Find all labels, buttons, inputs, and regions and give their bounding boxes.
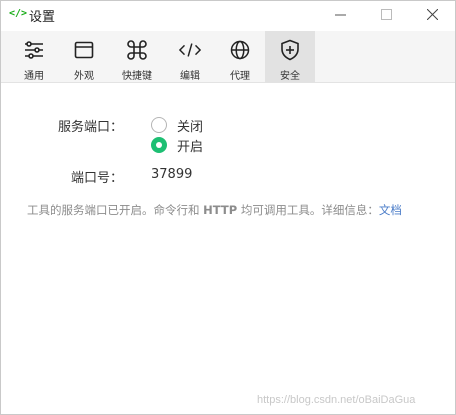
port-number-value: 37899	[151, 167, 193, 182]
tab-editor[interactable]: 编辑	[165, 31, 215, 83]
tab-appearance[interactable]: 外观	[59, 31, 109, 83]
settings-tabs: 通用 外观 快捷键 编辑 代理 安全	[1, 31, 455, 83]
info-text-prefix: 工具的服务端口已开启。命令行和	[27, 203, 204, 217]
tab-shortcuts[interactable]: 快捷键	[112, 31, 162, 83]
radio-off-label[interactable]: 关闭	[177, 116, 203, 135]
info-text-http: HTTP	[203, 203, 238, 217]
minimize-icon	[334, 14, 346, 16]
tab-proxy[interactable]: 代理	[215, 31, 265, 83]
port-number-label: 端口号：	[70, 171, 123, 186]
globe-icon	[229, 39, 251, 61]
sliders-icon	[23, 39, 45, 61]
app-logo-icon: </>	[9, 8, 28, 19]
tab-label: 代理	[230, 71, 250, 82]
status-info-text: 工具的服务端口已开启。命令行和 HTTP 均可调用工具。详细信息：文档	[27, 201, 407, 219]
command-icon	[126, 39, 148, 61]
close-button[interactable]	[409, 1, 455, 28]
radio-on[interactable]	[151, 137, 167, 153]
minimize-button[interactable]	[317, 1, 363, 28]
service-port-label: 服务端口：	[57, 120, 123, 135]
window-title: 设置	[29, 10, 56, 25]
radio-off[interactable]	[151, 117, 167, 133]
radio-on-label[interactable]: 开启	[177, 136, 203, 155]
shield-plus-icon	[279, 39, 301, 61]
maximize-button[interactable]	[363, 1, 409, 28]
tab-label: 快捷键	[122, 71, 152, 82]
code-icon	[179, 39, 201, 61]
tab-label: 通用	[24, 71, 44, 82]
maximize-icon	[380, 9, 392, 20]
title-bar: </> 设置	[1, 1, 455, 28]
tab-general[interactable]: 通用	[9, 31, 59, 83]
tab-label: 编辑	[180, 71, 200, 82]
close-icon	[426, 9, 438, 20]
tab-label: 外观	[74, 71, 94, 82]
settings-window: </> 设置 通用 外观 快捷键 编辑 代理 安全 服务端口： 关闭 开启 端口…	[0, 0, 456, 415]
tab-security[interactable]: 安全	[265, 31, 315, 83]
window-icon	[73, 39, 95, 61]
info-text-middle: 均可调用工具。详细信息：	[237, 203, 379, 217]
watermark: https://blog.csdn.net/oBaiDaGua	[257, 394, 416, 406]
docs-link[interactable]: 文档	[379, 203, 402, 217]
tab-label: 安全	[280, 71, 300, 82]
